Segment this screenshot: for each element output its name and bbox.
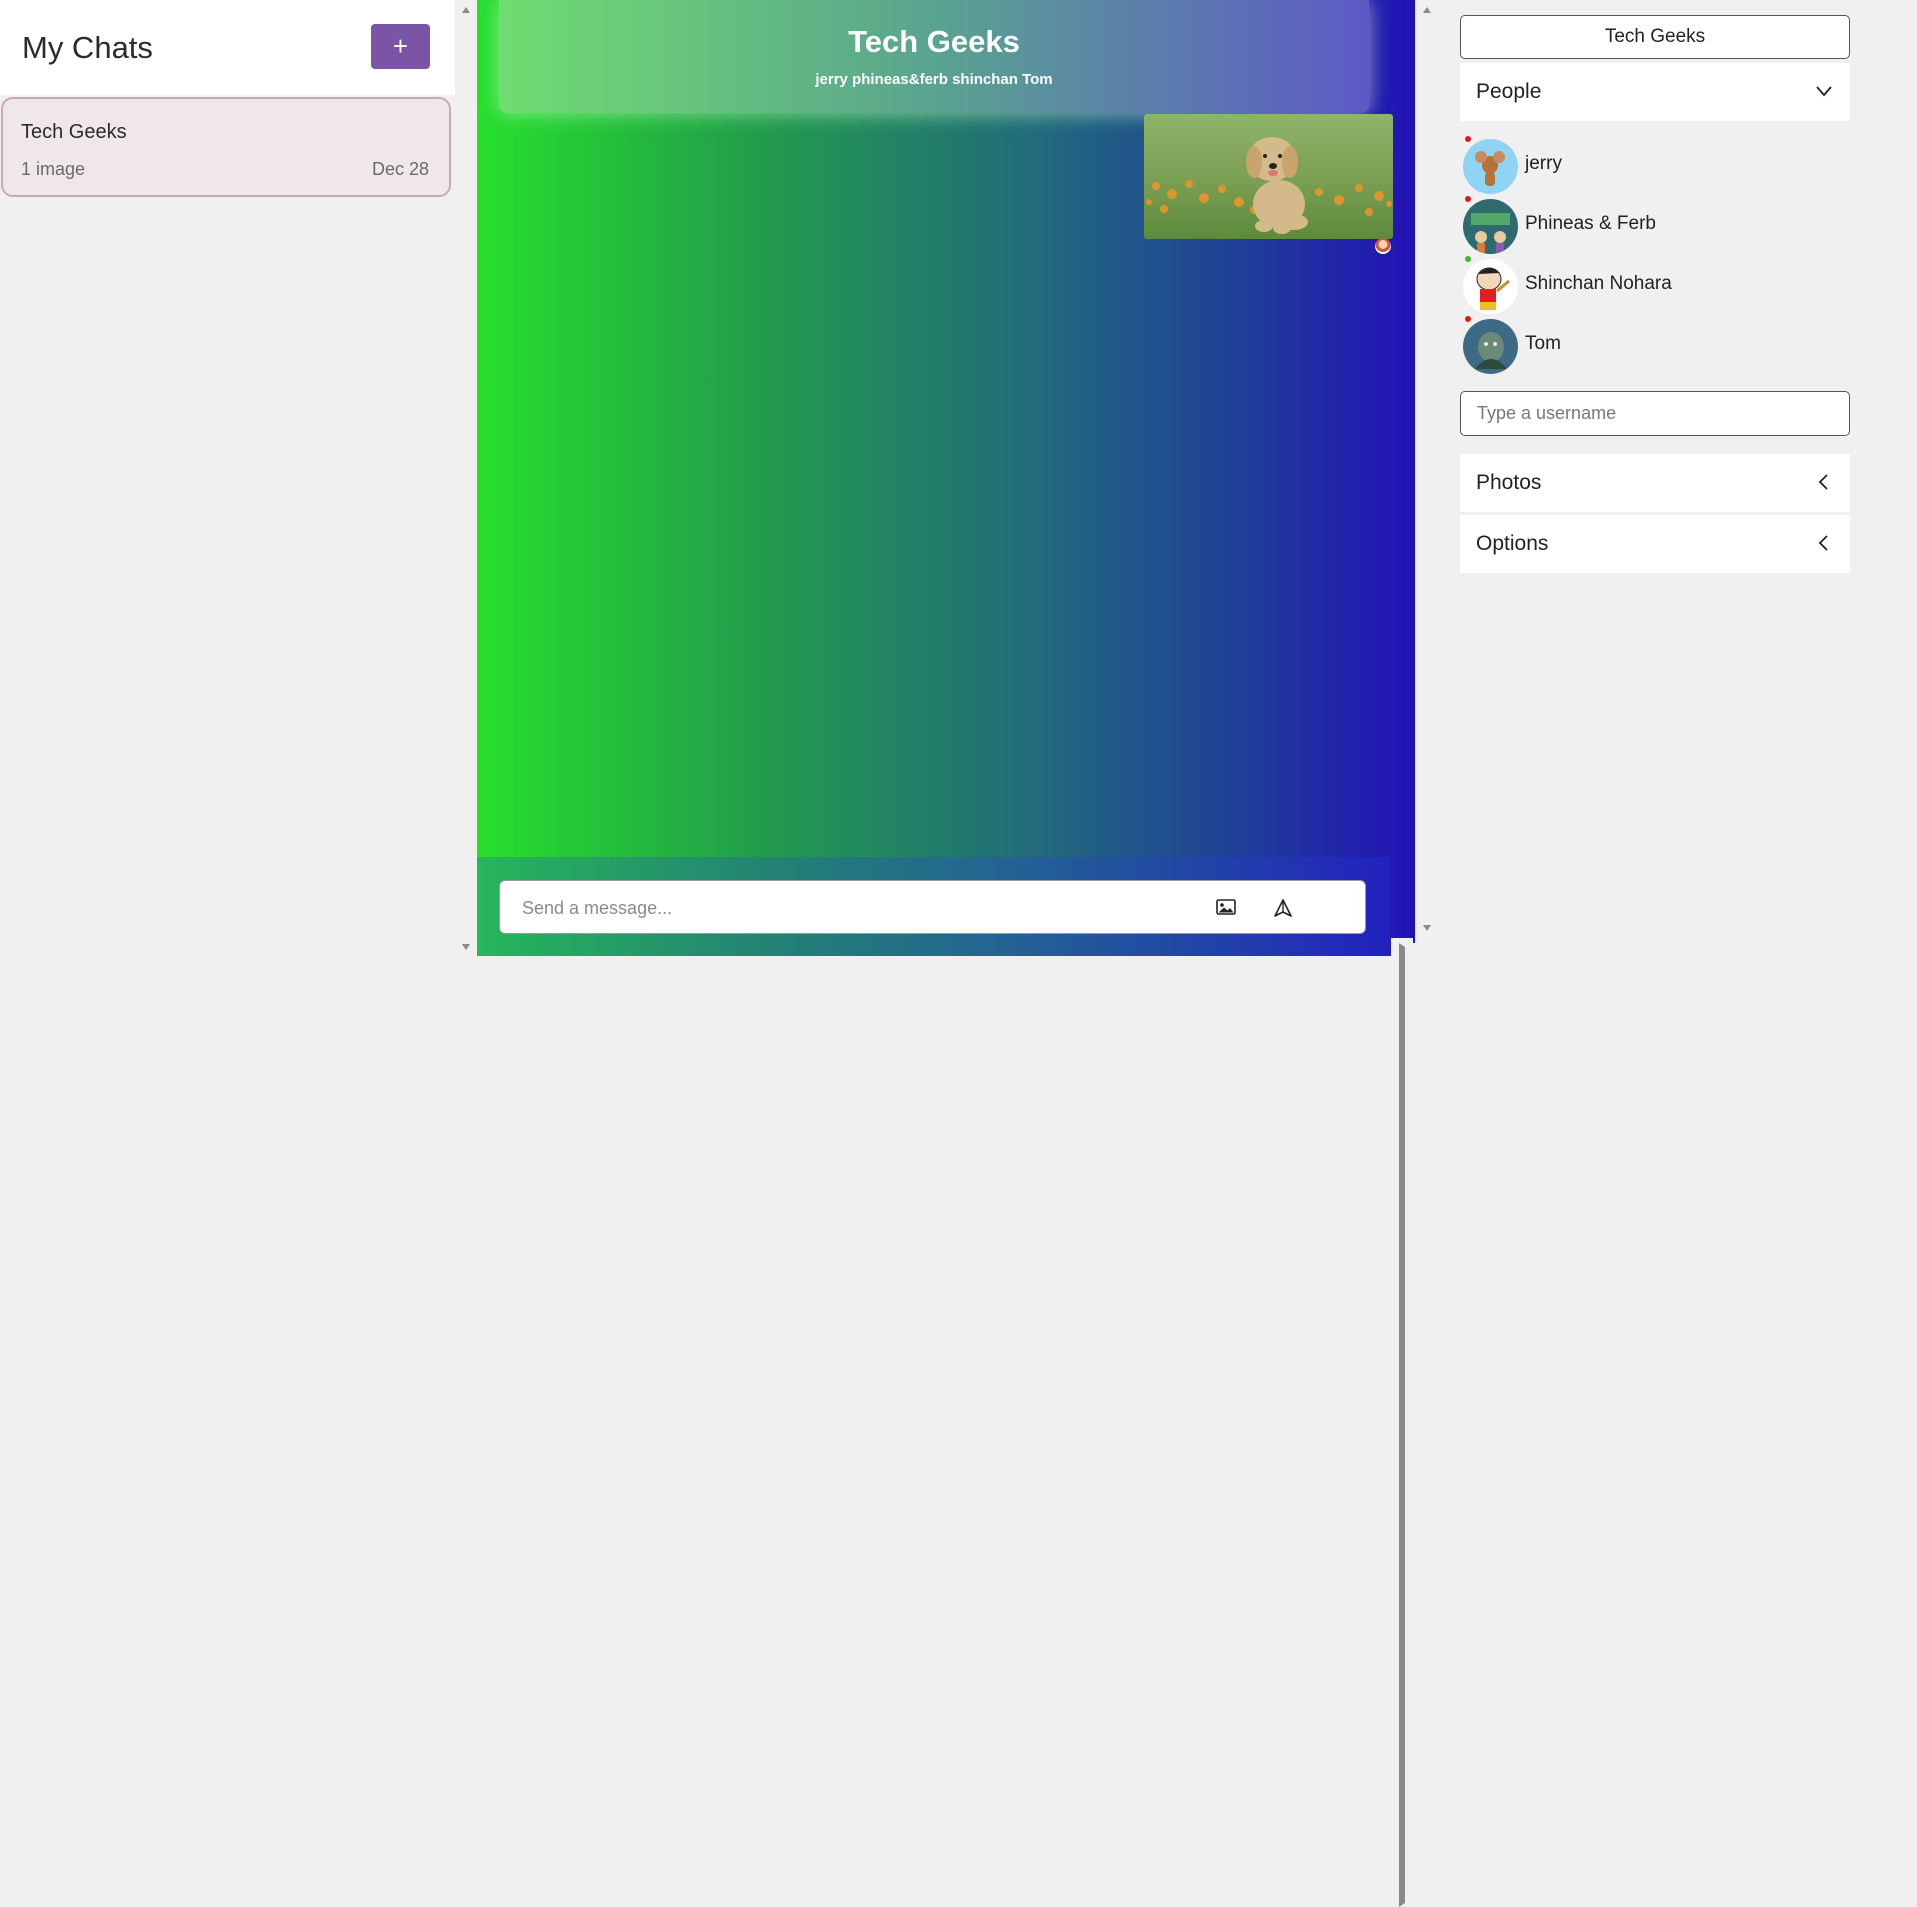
avatar	[1463, 199, 1518, 254]
avatar	[1463, 259, 1518, 314]
options-accordion[interactable]: Options	[1460, 515, 1850, 573]
scroll-right-arrow-icon[interactable]	[1399, 943, 1885, 1907]
message-input[interactable]	[520, 881, 1174, 935]
chat-item-date: Dec 28	[371, 159, 429, 179]
chat-item-name: Tech Geeks	[21, 121, 127, 143]
chevron-left-icon	[1818, 535, 1828, 551]
scroll-down-arrow-icon[interactable]	[462, 944, 470, 950]
person-name: jerry	[1525, 153, 1562, 174]
chevron-left-icon	[1818, 474, 1828, 490]
status-badge	[1465, 256, 1471, 262]
status-badge	[1465, 136, 1471, 142]
chevron-down-icon	[1816, 86, 1832, 97]
person-item-tom[interactable]: Tom	[1460, 316, 1850, 374]
options-label: Options	[1476, 532, 1549, 555]
status-badge	[1465, 196, 1471, 202]
chat-members: jerry phineas&ferb shinchan Tom	[815, 71, 1053, 88]
chat-list-item[interactable]: Tech Geeks 1 image Dec 28	[1, 97, 451, 197]
avatar	[1463, 139, 1518, 194]
person-name: Tom	[1525, 333, 1561, 354]
person-item-phineas-ferb[interactable]: Phineas & Ferb	[1460, 196, 1850, 254]
scroll-up-arrow-icon[interactable]	[462, 7, 470, 13]
horizontal-scrollbar[interactable]	[1391, 938, 1885, 1907]
scroll-up-arrow-icon[interactable]	[1423, 7, 1431, 13]
chat-area: Tech Geeks jerry phineas&ferb shinchan T…	[477, 0, 1415, 956]
message-composer	[499, 880, 1366, 935]
image-message[interactable]	[1144, 114, 1393, 239]
scroll-down-arrow-icon[interactable]	[1423, 925, 1431, 931]
people-label: People	[1476, 80, 1542, 103]
send-icon[interactable]	[1272, 897, 1294, 919]
chat-list-header: My Chats +	[0, 0, 455, 95]
image-upload-icon[interactable]	[1215, 897, 1237, 917]
person-name: Phineas & Ferb	[1525, 213, 1656, 234]
photos-label: Photos	[1476, 471, 1542, 494]
avatar	[1463, 319, 1518, 374]
chat-title: Tech Geeks	[848, 24, 1020, 59]
chat-list-title: My Chats	[22, 30, 153, 65]
puppy-photo	[1144, 114, 1393, 239]
add-username-input[interactable]	[1460, 391, 1850, 436]
group-name-button[interactable]: Tech Geeks	[1460, 15, 1850, 59]
group-details-panel: Tech Geeks People jerry Phineas & Ferb S…	[1437, 0, 1917, 956]
person-name: Shinchan Nohara	[1525, 273, 1672, 294]
people-accordion[interactable]: People	[1460, 63, 1850, 121]
status-badge	[1465, 316, 1471, 322]
chat-scrollbar[interactable]	[1415, 0, 1437, 956]
chat-item-preview: 1 image	[21, 159, 86, 179]
chat-list-scrollbar[interactable]	[455, 0, 477, 956]
chat-header: Tech Geeks jerry phineas&ferb shinchan T…	[499, 0, 1369, 113]
chat-list-panel: My Chats + Tech Geeks 1 image Dec 28	[0, 0, 455, 956]
new-chat-button[interactable]: +	[371, 24, 430, 69]
sender-avatar	[1375, 238, 1391, 254]
photos-accordion[interactable]: Photos	[1460, 454, 1850, 512]
person-item-jerry[interactable]: jerry	[1460, 136, 1850, 194]
person-item-shinchan-nohara[interactable]: Shinchan Nohara	[1460, 256, 1850, 314]
